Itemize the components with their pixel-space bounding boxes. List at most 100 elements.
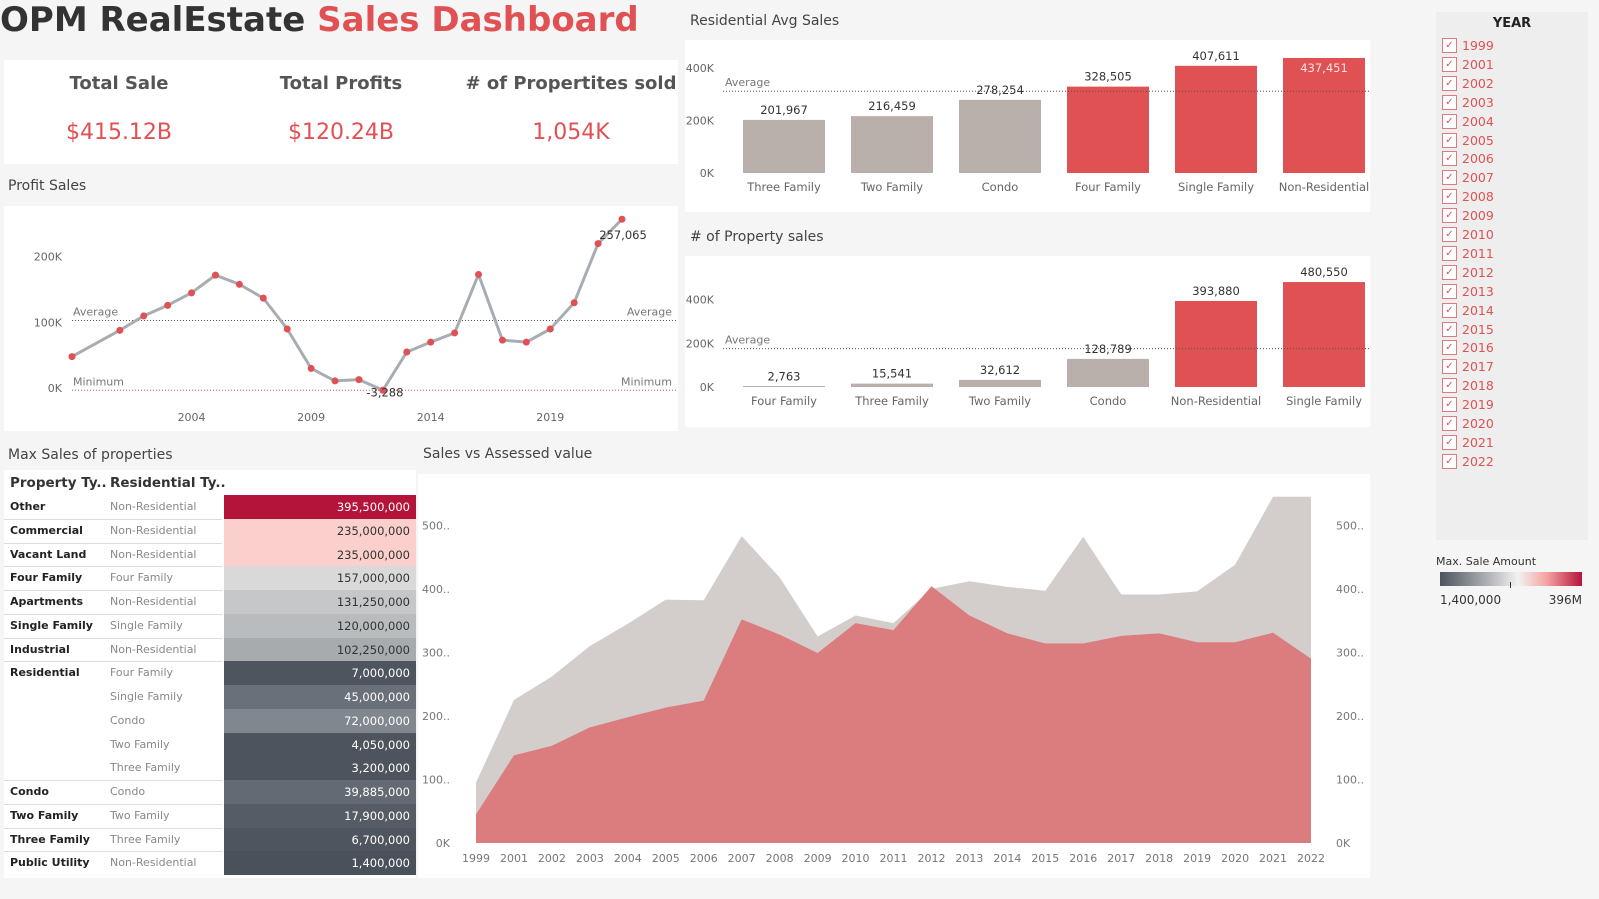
prop-sales-data-label: 393,880 (1192, 284, 1240, 298)
checkbox-icon[interactable]: ✓ (1442, 56, 1457, 72)
legend-gradient (1440, 572, 1582, 586)
table-row[interactable]: Vacant Land Non-Residential 235,000,000 (4, 542, 416, 567)
year-option-2004[interactable]: ✓ 2004 (1442, 112, 1494, 131)
cell-max-sale: 39,885,000 (224, 780, 416, 804)
prop-sales-category-label: Condo (1090, 394, 1127, 408)
sales-vs-assessed-chart: 0K 0K 100.. 100.. 200.. 200.. 300.. 300.. 400.. 4… (422, 496, 1364, 865)
year-option-2001[interactable]: ✓ 2001 (1442, 55, 1494, 74)
checkbox-icon[interactable]: ✓ (1442, 378, 1457, 394)
table-row[interactable]: Three Family 3,200,000 (4, 756, 416, 781)
profit-point (164, 301, 172, 309)
year-label: 2003 (1462, 94, 1494, 110)
year-option-2008[interactable]: ✓ 2008 (1442, 187, 1494, 206)
checkbox-icon[interactable]: ✓ (1442, 397, 1457, 413)
cell-max-sale: 120,000,000 (224, 613, 416, 638)
cell-property-type: Other (10, 500, 46, 513)
year-option-2006[interactable]: ✓ 2006 (1442, 149, 1494, 168)
table-row[interactable]: Apartments Non-Residential 131,250,000 (4, 590, 416, 614)
year-option-2021[interactable]: ✓ 2021 (1442, 433, 1494, 452)
table-row[interactable]: Single Family Single Family 120,000,000 (4, 613, 416, 638)
area-y-tick-right: 500.. (1336, 519, 1364, 532)
checkbox-icon[interactable]: ✓ (1442, 453, 1457, 469)
checkbox-icon[interactable]: ✓ (1442, 245, 1457, 261)
year-option-2007[interactable]: ✓ 2007 (1442, 168, 1494, 187)
year-option-2013[interactable]: ✓ 2013 (1442, 282, 1494, 301)
area-y-tick-left: 500.. (422, 519, 450, 532)
res-avg-category-label: Two Family (860, 180, 923, 194)
checkbox-icon[interactable]: ✓ (1442, 359, 1457, 375)
year-option-2018[interactable]: ✓ 2018 (1442, 376, 1494, 395)
table-row[interactable]: Condo Condo 39,885,000 (4, 780, 416, 804)
profit-y-tick: 100K (34, 316, 63, 329)
residential-avg-sales-panel: 0K 200K 400K 201,967 Three Family 216,459 Two … (685, 40, 1370, 212)
year-option-2020[interactable]: ✓ 2020 (1442, 414, 1494, 433)
cell-max-sale: 3,200,000 (224, 756, 416, 781)
checkbox-icon[interactable]: ✓ (1442, 302, 1457, 318)
year-option-2010[interactable]: ✓ 2010 (1442, 225, 1494, 244)
table-row[interactable]: Two Family Two Family 17,900,000 (4, 803, 416, 828)
kpi-total-sale-label: Total Sale (69, 73, 169, 94)
checkbox-icon[interactable]: ✓ (1442, 283, 1457, 299)
year-option-1999[interactable]: ✓ 1999 (1442, 36, 1494, 55)
checkbox-icon[interactable]: ✓ (1442, 38, 1457, 53)
year-label: 1999 (1462, 38, 1494, 53)
checkbox-icon[interactable]: ✓ (1442, 189, 1457, 205)
year-option-2009[interactable]: ✓ 2009 (1442, 206, 1494, 225)
cell-residential-type: Non-Residential (110, 500, 197, 513)
table-row[interactable]: Four Family Four Family 157,000,000 (4, 566, 416, 591)
row-divider (4, 566, 222, 568)
year-option-2014[interactable]: ✓ 2014 (1442, 301, 1494, 320)
checkbox-icon[interactable]: ✓ (1442, 434, 1457, 450)
year-filter: YEAR ✓ 1999 ✓ 2001 ✓ 2002 ✓ 2003 ✓ 2004 ✓ 2005 ✓ 2006… (1436, 12, 1588, 540)
area-y-tick-left: 400.. (422, 583, 450, 596)
area-x-tick: 2011 (880, 852, 908, 865)
profit-average-label-left: Average (73, 305, 118, 318)
checkbox-icon[interactable]: ✓ (1442, 132, 1457, 148)
profit-series-line (71, 218, 624, 392)
cell-residential-type: Single Family (110, 690, 183, 703)
res-avg-category-label: Condo (982, 180, 1019, 194)
checkbox-icon[interactable]: ✓ (1442, 321, 1457, 337)
table-row[interactable]: Public Utility Non-Residential 1,400,000 (4, 851, 416, 876)
checkbox-icon[interactable]: ✓ (1442, 227, 1457, 242)
table-row[interactable]: Two Family 4,050,000 (4, 732, 416, 757)
year-option-2005[interactable]: ✓ 2005 (1442, 131, 1494, 150)
checkbox-icon[interactable]: ✓ (1442, 208, 1457, 224)
year-option-2011[interactable]: ✓ 2011 (1442, 244, 1494, 263)
checkbox-icon[interactable]: ✓ (1442, 75, 1457, 91)
checkbox-icon[interactable]: ✓ (1442, 151, 1457, 167)
row-divider (4, 827, 222, 829)
year-option-2003[interactable]: ✓ 2003 (1442, 93, 1494, 112)
table-row[interactable]: Industrial Non-Residential 102,250,000 (4, 637, 416, 662)
table-row[interactable]: Three Family Three Family 6,700,000 (4, 827, 416, 852)
table-row[interactable]: Condo 72,000,000 (4, 708, 416, 733)
year-option-2015[interactable]: ✓ 2015 (1442, 320, 1494, 339)
year-option-2019[interactable]: ✓ 2019 (1442, 395, 1494, 414)
year-option-2017[interactable]: ✓ 2017 (1442, 357, 1494, 376)
year-option-2002[interactable]: ✓ 2002 (1442, 74, 1494, 93)
area-x-tick: 2010 (842, 852, 870, 865)
checkbox-icon[interactable]: ✓ (1442, 264, 1457, 280)
column-header-property-type[interactable]: Property Ty.. (10, 475, 107, 491)
res-avg-category-label: Three Family (746, 180, 821, 194)
area-x-tick: 2002 (538, 852, 566, 865)
checkbox-icon[interactable]: ✓ (1442, 94, 1457, 110)
cell-max-sale: 17,900,000 (224, 803, 416, 828)
area-x-tick: 1999 (462, 852, 490, 865)
profit-point (188, 289, 196, 297)
year-option-2016[interactable]: ✓ 2016 (1442, 338, 1494, 357)
year-label: 2020 (1462, 416, 1494, 431)
area-x-tick: 2021 (1259, 852, 1287, 865)
checkbox-icon[interactable]: ✓ (1442, 416, 1457, 431)
checkbox-icon[interactable]: ✓ (1442, 340, 1457, 356)
res-avg-y-tick: 0K (700, 167, 715, 180)
column-header-residential-type[interactable]: Residential Ty.. (110, 475, 226, 491)
table-row[interactable]: Residential Four Family 7,000,000 (4, 661, 416, 686)
table-row[interactable]: Single Family 45,000,000 (4, 685, 416, 709)
year-option-2022[interactable]: ✓ 2022 (1442, 452, 1494, 471)
table-row[interactable]: Other Non-Residential 395,500,000 (4, 495, 416, 519)
checkbox-icon[interactable]: ✓ (1442, 170, 1457, 186)
checkbox-icon[interactable]: ✓ (1442, 113, 1457, 129)
table-row[interactable]: Commercial Non-Residential 235,000,000 (4, 518, 416, 543)
year-option-2012[interactable]: ✓ 2012 (1442, 263, 1494, 282)
